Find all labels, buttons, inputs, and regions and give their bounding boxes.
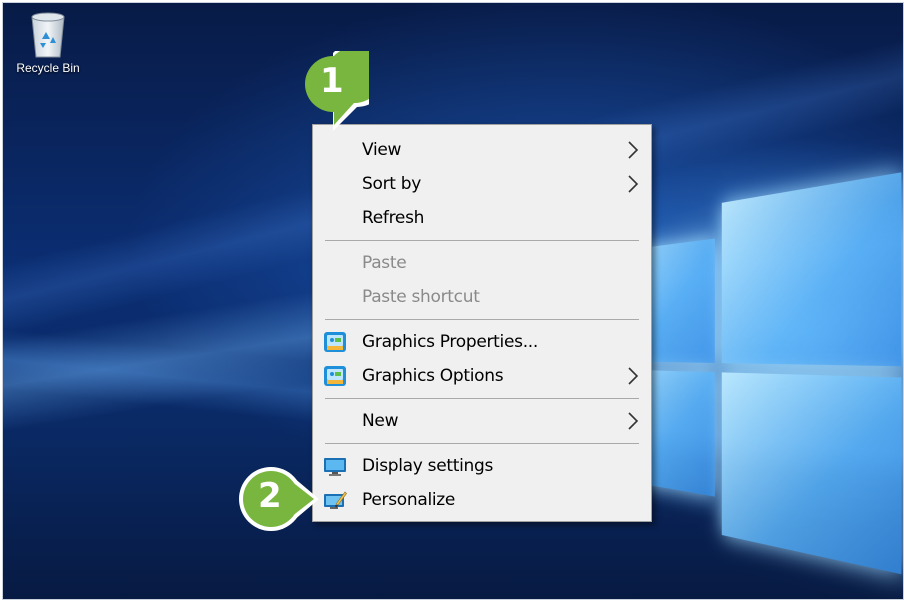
menu-separator: [325, 398, 639, 399]
menu-separator: [325, 240, 639, 241]
personalize-icon: [324, 491, 347, 509]
menu-item-paste[interactable]: Paste: [313, 246, 651, 280]
menu-item-refresh[interactable]: Refresh: [313, 201, 651, 235]
chevron-right-icon: [628, 367, 639, 385]
recycle-bin-icon: [31, 12, 65, 58]
menu-item-label: Sort by: [362, 174, 422, 194]
callout-badge-1: 1: [299, 43, 389, 133]
menu-item-graphics-properties[interactable]: Graphics Properties...: [313, 325, 651, 359]
menu-item-label: Graphics Properties...: [362, 332, 539, 352]
callout-number: 2: [258, 476, 282, 516]
menu-item-label: Graphics Options: [362, 366, 504, 386]
menu-item-label: Refresh: [362, 208, 425, 228]
menu-item-label: Paste shortcut: [362, 287, 480, 307]
chevron-right-icon: [628, 175, 639, 193]
chevron-right-icon: [628, 412, 639, 430]
menu-separator: [325, 443, 639, 444]
menu-item-new[interactable]: New: [313, 404, 651, 438]
menu-item-personalize[interactable]: Personalize: [313, 483, 651, 517]
intel-graphics-icon: [324, 332, 346, 352]
desktop-icon-label: Recycle Bin: [16, 61, 80, 75]
menu-item-label: Display settings: [362, 456, 494, 476]
menu-item-display-settings[interactable]: Display settings: [313, 449, 651, 483]
chevron-right-icon: [628, 141, 639, 159]
menu-item-label: New: [362, 411, 399, 431]
menu-item-label: Paste: [362, 253, 407, 273]
menu-item-sort-by[interactable]: Sort by: [313, 167, 651, 201]
menu-item-view[interactable]: View: [313, 133, 651, 167]
callout-badge-2: 2: [235, 465, 321, 533]
menu-item-label: Personalize: [362, 490, 456, 510]
menu-item-label: View: [362, 140, 402, 160]
desktop-background[interactable]: Recycle Bin View Sort by Refresh Paste P…: [2, 2, 904, 600]
menu-item-paste-shortcut[interactable]: Paste shortcut: [313, 280, 651, 314]
display-monitor-icon: [324, 458, 346, 476]
desktop-context-menu: View Sort by Refresh Paste Paste shortcu…: [312, 124, 652, 522]
callout-number: 1: [320, 61, 344, 101]
desktop-icon-recycle-bin[interactable]: Recycle Bin: [11, 9, 85, 85]
menu-item-graphics-options[interactable]: Graphics Options: [313, 359, 651, 393]
intel-graphics-icon: [324, 366, 346, 386]
menu-separator: [325, 319, 639, 320]
